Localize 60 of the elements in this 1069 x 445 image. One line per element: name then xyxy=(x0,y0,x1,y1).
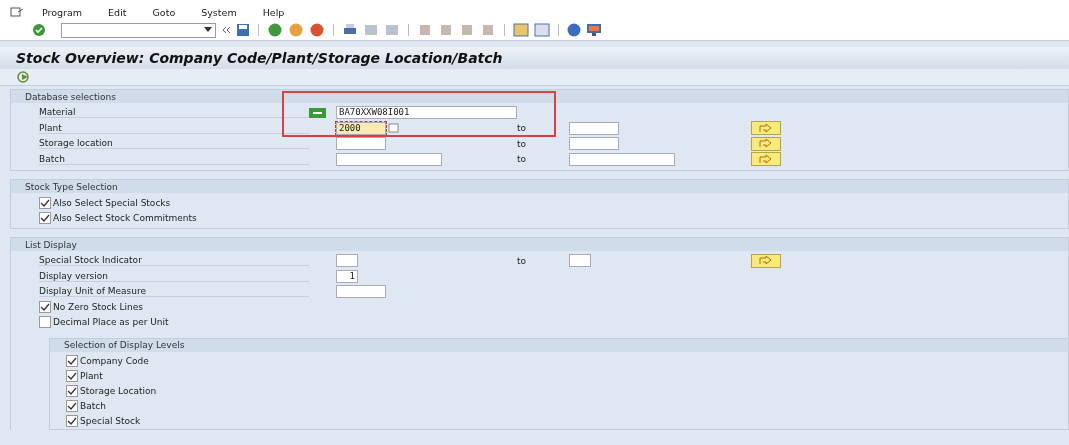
menu-icon[interactable] xyxy=(10,7,24,18)
field-label: Special Stock Indicator xyxy=(39,255,309,267)
checkbox-label: Storage Location xyxy=(80,386,157,396)
checkbox-label: Batch xyxy=(80,401,106,411)
checkbox-label: Also Select Special Stocks xyxy=(53,197,171,208)
input-field[interactable] xyxy=(336,285,386,299)
checkbox-label: Plant xyxy=(80,371,103,381)
checkbox[interactable] xyxy=(39,301,51,313)
multiple-selection-button[interactable] xyxy=(751,136,781,151)
field-label: Batch xyxy=(39,153,309,165)
input-field[interactable]: BA70XXW08I001 xyxy=(336,106,517,120)
input-field[interactable] xyxy=(569,137,619,151)
input-field[interactable]: 2000 xyxy=(336,121,386,135)
input-field[interactable]: 1 xyxy=(336,269,358,283)
execute-icon[interactable] xyxy=(16,71,32,83)
checkbox[interactable] xyxy=(66,415,78,427)
save-icon[interactable] xyxy=(236,23,250,37)
group-heading: Stock Type Selection xyxy=(25,181,118,192)
checkbox-label: No Zero Stock Lines xyxy=(53,302,143,312)
menu-item[interactable]: System xyxy=(201,7,237,20)
double-chevron-icon[interactable] xyxy=(221,25,231,35)
input-field[interactable] xyxy=(569,152,675,166)
field-label: Display Unit of Measure xyxy=(39,286,309,298)
menu-item[interactable]: Help xyxy=(262,7,285,20)
checkbox[interactable] xyxy=(39,196,51,209)
print-icon[interactable] xyxy=(342,23,358,37)
checkbox[interactable] xyxy=(39,316,51,328)
field-label: Plant xyxy=(39,122,309,134)
input-field[interactable] xyxy=(336,137,386,151)
field-label: Storage location xyxy=(39,138,309,150)
checkbox[interactable] xyxy=(66,400,78,412)
multiple-selection-button[interactable] xyxy=(751,253,781,268)
checkbox-label: Company Code xyxy=(80,356,149,366)
menu-item[interactable]: Goto xyxy=(152,7,176,20)
checkbox[interactable] xyxy=(66,355,78,367)
checkbox[interactable] xyxy=(66,385,78,397)
checkbox-label: Also Select Stock Commitments xyxy=(53,212,197,223)
value-help-icon[interactable] xyxy=(388,123,400,134)
input-field[interactable] xyxy=(336,254,358,268)
enter-icon[interactable] xyxy=(32,23,46,37)
monitor-icon[interactable] xyxy=(586,23,602,37)
multiple-selection-button[interactable] xyxy=(751,121,781,136)
input-field[interactable] xyxy=(569,254,591,268)
multiple-selection-button[interactable] xyxy=(751,152,781,167)
input-field[interactable] xyxy=(569,121,619,135)
screen-title: Stock Overview: Company Code/Plant/Storage Location/Batch xyxy=(16,50,503,66)
checkbox-label: Decimal Place as per Unit xyxy=(53,317,169,327)
input-field[interactable] xyxy=(336,152,442,166)
checkbox[interactable] xyxy=(66,370,78,382)
group-heading: List Display xyxy=(25,239,77,250)
checkbox-label: Special Stock xyxy=(80,416,141,426)
field-label: Material xyxy=(39,107,309,119)
command-field[interactable] xyxy=(61,22,216,38)
group-heading: Selection of Display Levels xyxy=(64,340,185,350)
menu-item[interactable]: Program xyxy=(42,7,83,20)
field-label: Display version xyxy=(39,270,309,282)
group-heading: Database selections xyxy=(25,91,116,102)
checkbox[interactable] xyxy=(39,211,51,224)
dropdown-arrow-icon[interactable] xyxy=(204,27,212,33)
menu-item[interactable]: Edit xyxy=(108,7,127,20)
